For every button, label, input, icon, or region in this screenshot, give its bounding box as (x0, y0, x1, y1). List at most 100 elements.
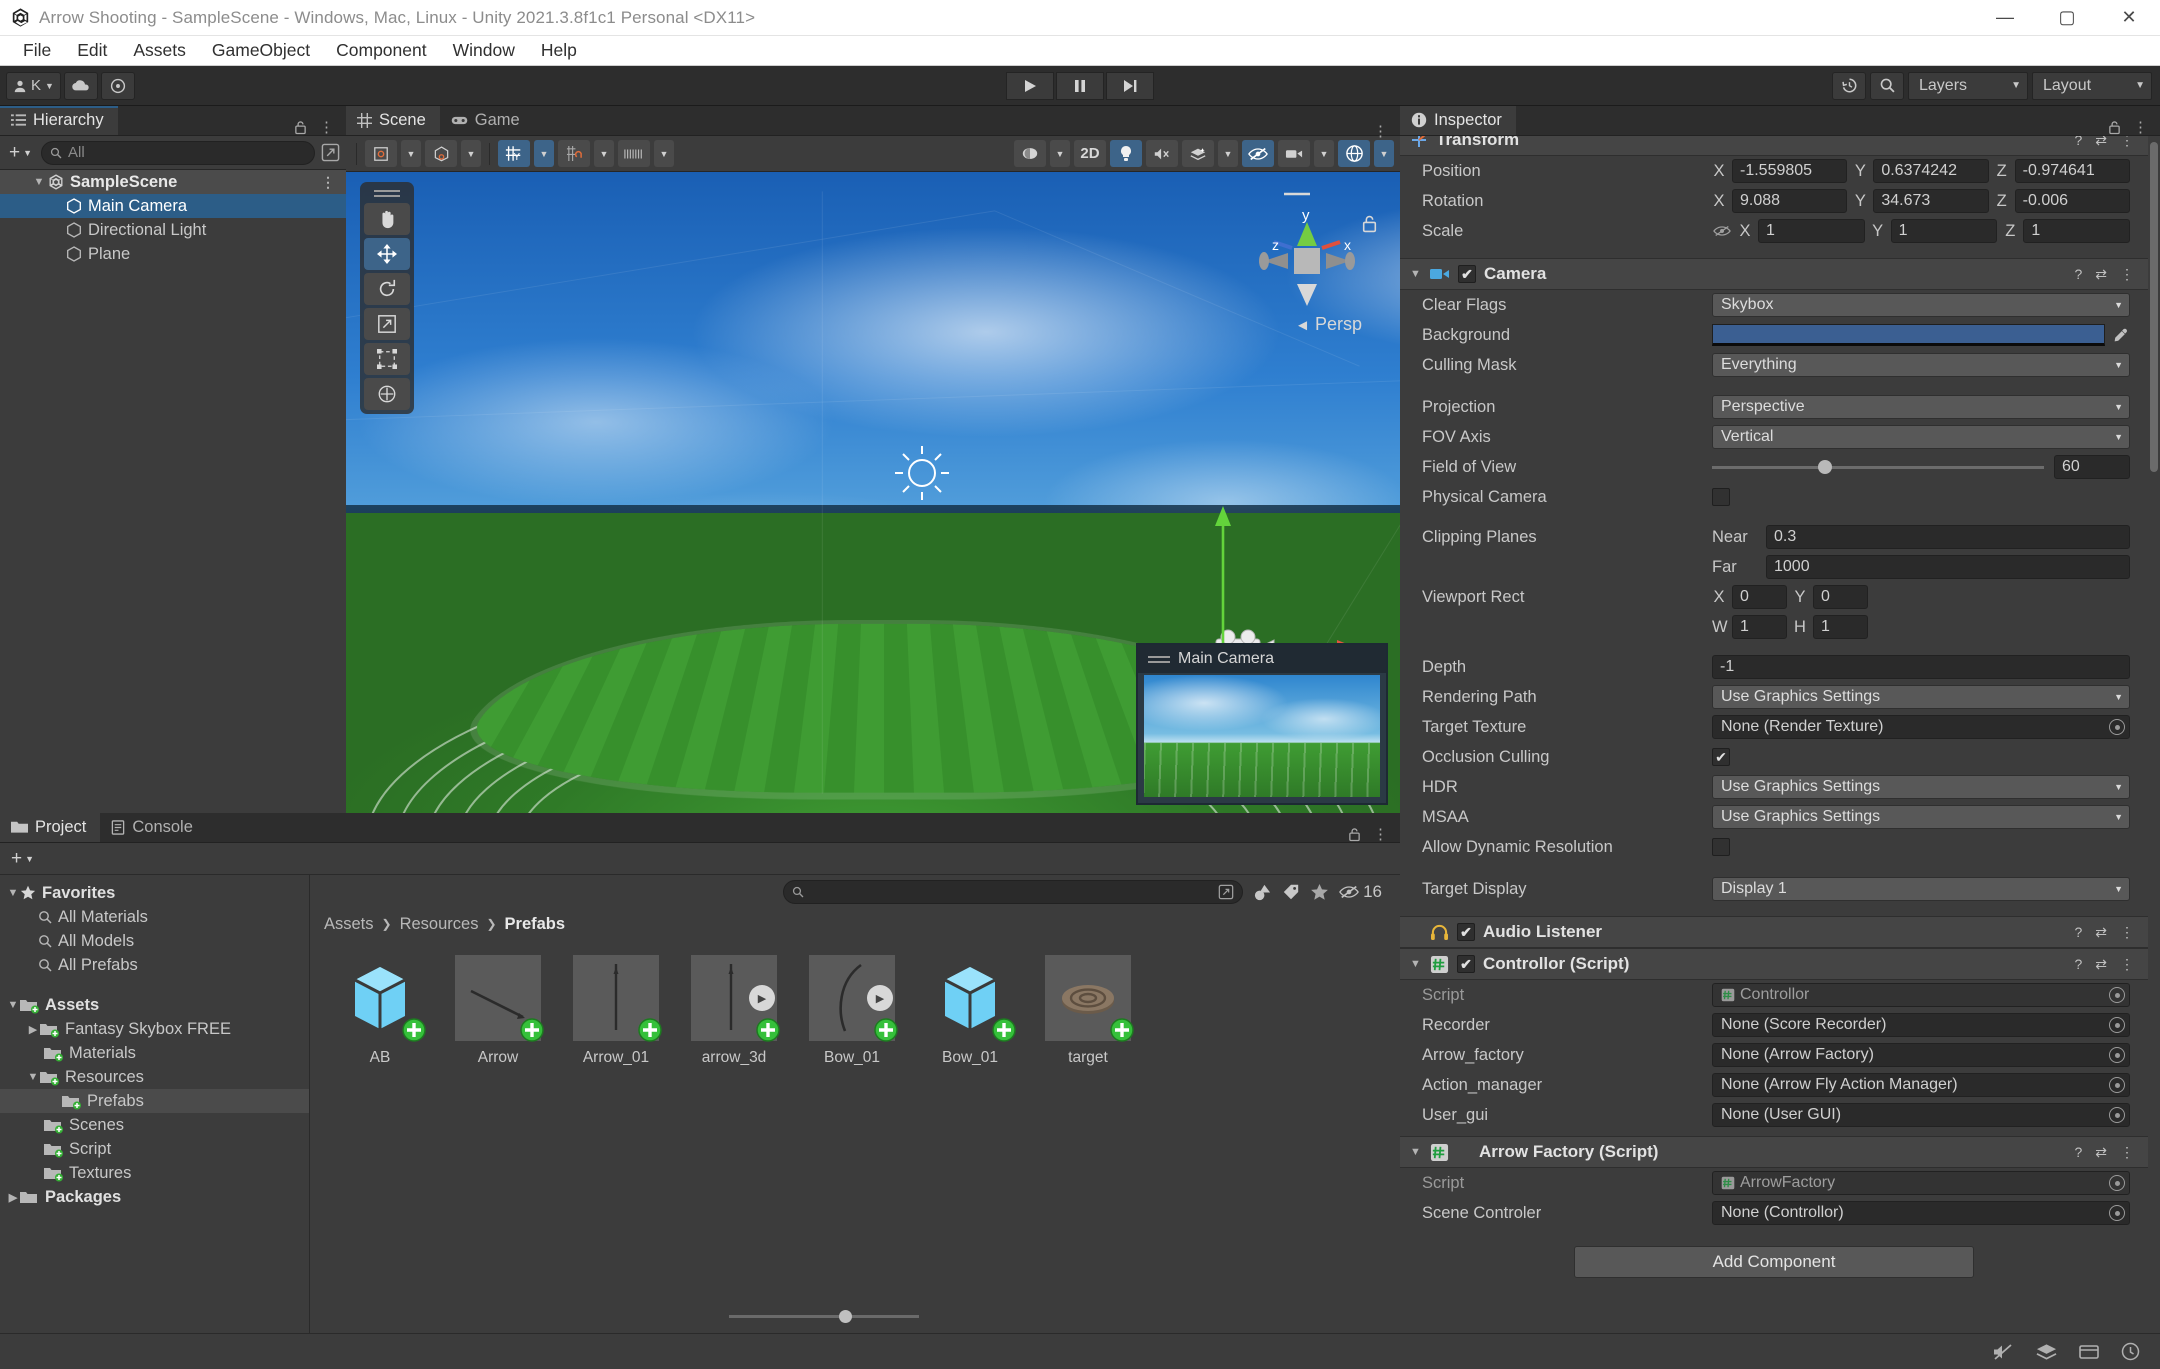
step-button[interactable] (1106, 71, 1154, 100)
tree-item-all-models[interactable]: All Models (0, 929, 309, 953)
depth-input[interactable]: -1 (1712, 655, 2130, 679)
object-picker-icon[interactable] (2109, 1205, 2125, 1221)
help-icon[interactable]: ? (2074, 136, 2082, 148)
asset-zoom-slider[interactable] (729, 1309, 919, 1323)
hidden-assets-indicator[interactable]: 16 (1339, 882, 1390, 902)
rotate-tool-button[interactable] (364, 273, 410, 305)
tab-inspector[interactable]: Inspector (1400, 106, 1516, 135)
arrow-factory-script-header[interactable]: ▼ Arrow Factory (Script) ? ⇄ ⋮ (1400, 1136, 2148, 1168)
field-of-view-input[interactable]: 60 (2054, 455, 2130, 479)
tree-item-prefabs[interactable]: Prefabs (0, 1089, 309, 1113)
inspector-scrollbar[interactable] (2150, 142, 2158, 1327)
menu-assets[interactable]: Assets (120, 38, 199, 63)
audio-listener-enabled-checkbox[interactable]: ✔ (1457, 923, 1475, 941)
menu-edit[interactable]: Edit (64, 38, 120, 63)
pivot-dropdown[interactable]: ▼ (401, 140, 421, 167)
ruler-dropdown[interactable]: ▼ (654, 140, 674, 167)
play-preview-icon[interactable]: ▶ (749, 985, 775, 1011)
handle-space-button[interactable] (425, 140, 457, 167)
projection-dropdown[interactable]: Perspective ▼ (1712, 395, 2130, 419)
kebab-icon[interactable]: ⋮ (1373, 124, 1388, 139)
breadcrumb-prefabs[interactable]: Prefabs (505, 915, 566, 934)
hierarchy-item-main-camera[interactable]: Main Camera (0, 194, 346, 218)
chevron-down-icon[interactable]: ▼ (6, 998, 20, 1012)
kebab-icon[interactable]: ⋮ (2133, 120, 2148, 135)
scene-lighting-button[interactable] (1110, 140, 1142, 167)
scale-z-input[interactable]: 1 (2023, 219, 2131, 243)
scene-fx-button[interactable] (1182, 140, 1214, 167)
chevron-right-icon[interactable]: ▶ (26, 1022, 40, 1036)
menu-window[interactable]: Window (440, 38, 528, 63)
tree-item-all-materials[interactable]: All Materials (0, 905, 309, 929)
hdr-dropdown[interactable]: Use Graphics Settings ▼ (1712, 775, 2130, 799)
play-preview-icon[interactable]: ▶ (867, 985, 893, 1011)
eyedropper-icon[interactable] (2110, 327, 2130, 344)
controllor-script-objectfield[interactable]: Controllor (1712, 983, 2130, 1007)
chevron-down-icon[interactable]: ▼ (6, 886, 20, 900)
tab-console[interactable]: Console (100, 813, 207, 842)
fov-axis-dropdown[interactable]: Vertical ▼ (1712, 425, 2130, 449)
menu-file[interactable]: File (10, 38, 64, 63)
background-color-field[interactable] (1712, 324, 2130, 346)
tree-item-resources[interactable]: ▼ Resources (0, 1065, 309, 1089)
mute-audio-icon[interactable] (1992, 1343, 2014, 1361)
tool-strip-drag-handle[interactable] (364, 186, 410, 200)
chevron-right-icon[interactable]: ▶ (6, 1190, 20, 1204)
kebab-icon[interactable]: ⋮ (2120, 924, 2134, 941)
chevron-down-icon[interactable]: ▼ (1410, 268, 1422, 280)
layers-dropdown[interactable]: Layers ▼ (1908, 71, 2028, 100)
arrowfactory-script-objectfield[interactable]: ArrowFactory (1712, 1171, 2130, 1195)
tree-item-favorites[interactable]: ▼ Favorites (0, 881, 309, 905)
lock-icon[interactable] (1348, 827, 1361, 842)
scene-audio-button[interactable] (1146, 140, 1178, 167)
msaa-dropdown[interactable]: Use Graphics Settings ▼ (1712, 805, 2130, 829)
object-picker-icon[interactable] (2109, 1175, 2125, 1191)
tab-game[interactable]: Game (440, 106, 534, 135)
lock-icon[interactable] (2108, 120, 2121, 135)
hand-tool-button[interactable] (364, 203, 410, 235)
object-picker-icon[interactable] (2109, 1077, 2125, 1093)
hierarchy-search-input[interactable] (68, 144, 306, 161)
global-search-button[interactable] (1870, 71, 1904, 100)
asset-item[interactable]: Bow_01 (924, 955, 1016, 1067)
scene-viewport[interactable]: y x z ◄ Persp Main Camera (346, 172, 1400, 813)
scale-x-input[interactable]: 1 (1758, 219, 1865, 243)
position-z-input[interactable]: -0.974641 (2014, 159, 2130, 183)
breadcrumb-assets[interactable]: Assets (324, 915, 374, 934)
help-icon[interactable]: ? (2074, 1144, 2082, 1160)
lock-icon[interactable] (294, 120, 307, 135)
preset-icon[interactable]: ⇄ (2095, 956, 2107, 973)
shading-mode-button[interactable] (1014, 140, 1046, 167)
tree-item-scenes[interactable]: Scenes (0, 1113, 309, 1137)
play-button[interactable] (1006, 71, 1054, 100)
object-picker-icon[interactable] (2109, 1047, 2125, 1063)
preset-icon[interactable]: ⇄ (2095, 136, 2107, 149)
tree-item-packages[interactable]: ▶ Packages (0, 1185, 309, 1209)
object-picker-icon[interactable] (2109, 719, 2125, 735)
hierarchy-item-plane[interactable]: Plane (0, 242, 346, 266)
add-component-button[interactable]: Add Component (1574, 1246, 1974, 1278)
cloud-button[interactable] (63, 71, 98, 100)
help-icon[interactable]: ? (2074, 924, 2082, 940)
kebab-icon[interactable]: ⋮ (319, 120, 334, 135)
hidden-objects-button[interactable] (1242, 140, 1274, 167)
hierarchy-search-box[interactable] (41, 140, 315, 165)
physical-camera-checkbox[interactable] (1712, 488, 1730, 506)
menu-help[interactable]: Help (528, 38, 590, 63)
close-button[interactable]: ✕ (2098, 0, 2160, 36)
camera-component-header[interactable]: ▼ ✔ Camera ? ⇄ ⋮ (1400, 258, 2148, 290)
constrain-proportions-icon[interactable] (1712, 224, 1732, 238)
drag-handle-icon[interactable] (1148, 655, 1170, 663)
recorder-objectfield[interactable]: None (Score Recorder) (1712, 1013, 2130, 1037)
tree-item-textures[interactable]: Textures (0, 1161, 309, 1185)
tree-item-script[interactable]: Script (0, 1137, 309, 1161)
favorite-filter-icon[interactable] (1310, 883, 1329, 902)
field-of-view-slider[interactable] (1712, 459, 2044, 474)
menu-gameobject[interactable]: GameObject (199, 38, 323, 63)
project-search-box[interactable] (783, 880, 1244, 904)
hierarchy-item-directional-light[interactable]: Directional Light (0, 218, 346, 242)
rendering-path-dropdown[interactable]: Use Graphics Settings ▼ (1712, 685, 2130, 709)
asset-item[interactable]: ▶ arrow_3d (688, 955, 780, 1067)
controllor-script-header[interactable]: ▼ ✔ Controllor (Script) ? ⇄ ⋮ (1400, 948, 2148, 980)
layers-status-icon[interactable] (2036, 1343, 2057, 1361)
